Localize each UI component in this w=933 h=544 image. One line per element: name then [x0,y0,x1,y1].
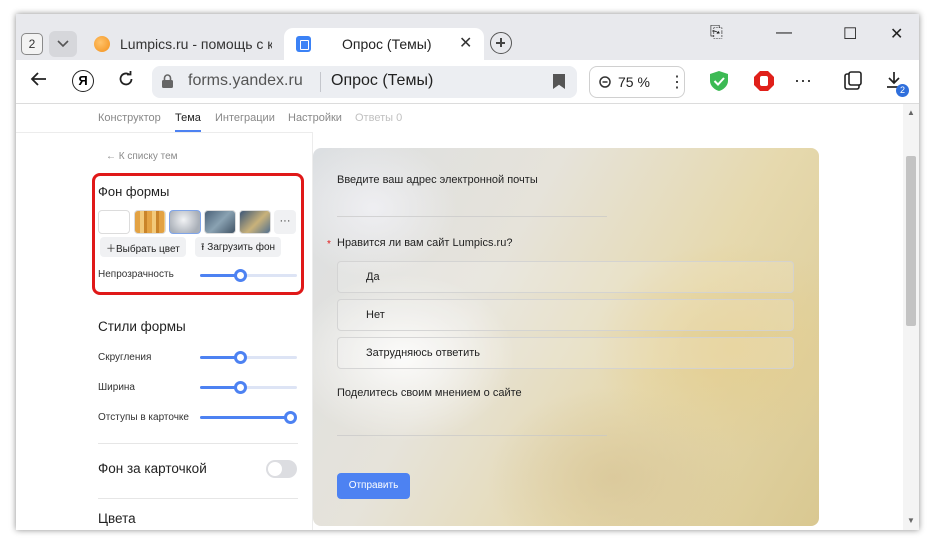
tab-settings[interactable]: Настройки [288,112,342,124]
minimize-button[interactable]: — [776,24,792,42]
reload-icon[interactable] [117,70,135,93]
tabs-menu-button[interactable] [49,31,77,57]
bookmark-icon[interactable] [553,74,565,89]
more-menu-icon[interactable]: ⋮ [669,72,685,92]
address-bar[interactable]: forms.yandex.ru Опрос (Темы) [152,66,577,98]
tabs-divider [16,132,312,133]
url-domain: forms.yandex.ru [188,72,303,89]
zoom-icon [599,76,611,88]
option-unsure[interactable]: Затрудняюсь ответить [337,337,794,369]
option-label: Да [366,271,380,283]
page-scrollbar[interactable]: ▲ ▼ [903,104,919,530]
option-label: Затрудняюсь ответить [366,347,481,359]
required-mark: * [327,239,331,250]
form-preview: Введите ваш адрес электронной почты * Нр… [313,148,819,526]
slider-knob[interactable] [234,381,247,394]
chevron-down-icon [57,40,69,48]
zoom-level: 75 % [618,74,650,90]
more-icon[interactable]: ··· [794,70,812,91]
collections-icon[interactable] [842,70,864,92]
tab-count-button[interactable]: 2 [21,33,43,55]
shield-check-extension-icon[interactable] [708,70,730,92]
tab-opros-active[interactable]: Опрос (Темы) ✕ [284,28,484,60]
yandex-logo-icon[interactable]: Я [72,70,94,92]
slider-knob[interactable] [234,351,247,364]
lock-icon [162,74,173,88]
zoom-control[interactable]: 75 % ⋮ [589,66,685,98]
tab-title: Lumpics.ru - помощь с компьютером [120,36,272,52]
forms-favicon-icon [296,36,311,52]
option-yes[interactable]: Да [337,261,794,293]
address-separator [320,72,321,92]
section-divider [98,498,298,499]
close-tab-icon[interactable]: ✕ [459,33,472,53]
highlight-frame [92,173,304,295]
scroll-down-arrow-icon[interactable]: ▼ [907,516,915,525]
adblock-extension-icon[interactable] [753,70,775,92]
downloads-badge: 2 [896,84,909,97]
width-slider[interactable] [200,381,297,394]
tab-lumpics[interactable]: Lumpics.ru - помощь с компьютером [86,29,276,59]
maximize-button[interactable]: ☐ [843,24,857,44]
tab-title: Опрос (Темы) [342,36,432,52]
url-page-title: Опрос (Темы) [331,72,434,89]
email-question: Введите ваш адрес электронной почты [337,174,538,186]
tab-answers[interactable]: Ответы 0 [355,112,402,124]
tab-constructor[interactable]: Конструктор [98,112,161,124]
page-content: Конструктор Тема Интеграции Настройки От… [16,104,903,530]
option-no[interactable]: Нет [337,299,794,331]
email-field[interactable] [337,216,607,217]
new-tab-button[interactable] [490,32,512,54]
back-to-themes-link[interactable]: ← К списку тем [106,151,178,162]
tab-strip: 2 Lumpics.ru - помощь с компьютером Опро… [16,14,919,60]
padding-label: Отступы в карточке [98,412,189,423]
padding-slider[interactable] [200,411,297,424]
colors-title: Цвета [98,511,136,526]
scroll-thumb[interactable] [906,156,916,326]
form-styles-title: Стили формы [98,319,186,334]
back-arrow-icon[interactable] [30,70,48,93]
option-label: Нет [366,309,385,321]
card-background-title: Фон за карточкой [98,461,207,476]
width-label: Ширина [98,382,135,393]
section-divider [98,443,298,444]
opinion-field[interactable] [337,435,607,436]
navigation-bar: Я forms.yandex.ru Опрос (Темы) 75 % ⋮ ··… [16,60,919,104]
submit-button[interactable]: Отправить [337,473,410,499]
scroll-up-arrow-icon[interactable]: ▲ [907,108,915,117]
browser-window: 2 Lumpics.ru - помощь с компьютером Опро… [16,14,919,530]
tab-integrations[interactable]: Интеграции [215,112,275,124]
slider-knob[interactable] [284,411,297,424]
close-window-button[interactable]: ✕ [890,24,903,44]
lumpics-favicon-icon [94,36,110,52]
rounding-label: Скругления [98,352,152,363]
tab-theme[interactable]: Тема [175,112,201,132]
opinion-question: Поделитесь своим мнением о сайте [337,387,522,399]
card-background-toggle[interactable] [266,460,297,478]
rounding-slider[interactable] [200,351,297,364]
like-question: Нравится ли вам сайт Lumpics.ru? [337,237,513,249]
bookmarks-panel-icon[interactable]: ⎘ [710,24,723,42]
